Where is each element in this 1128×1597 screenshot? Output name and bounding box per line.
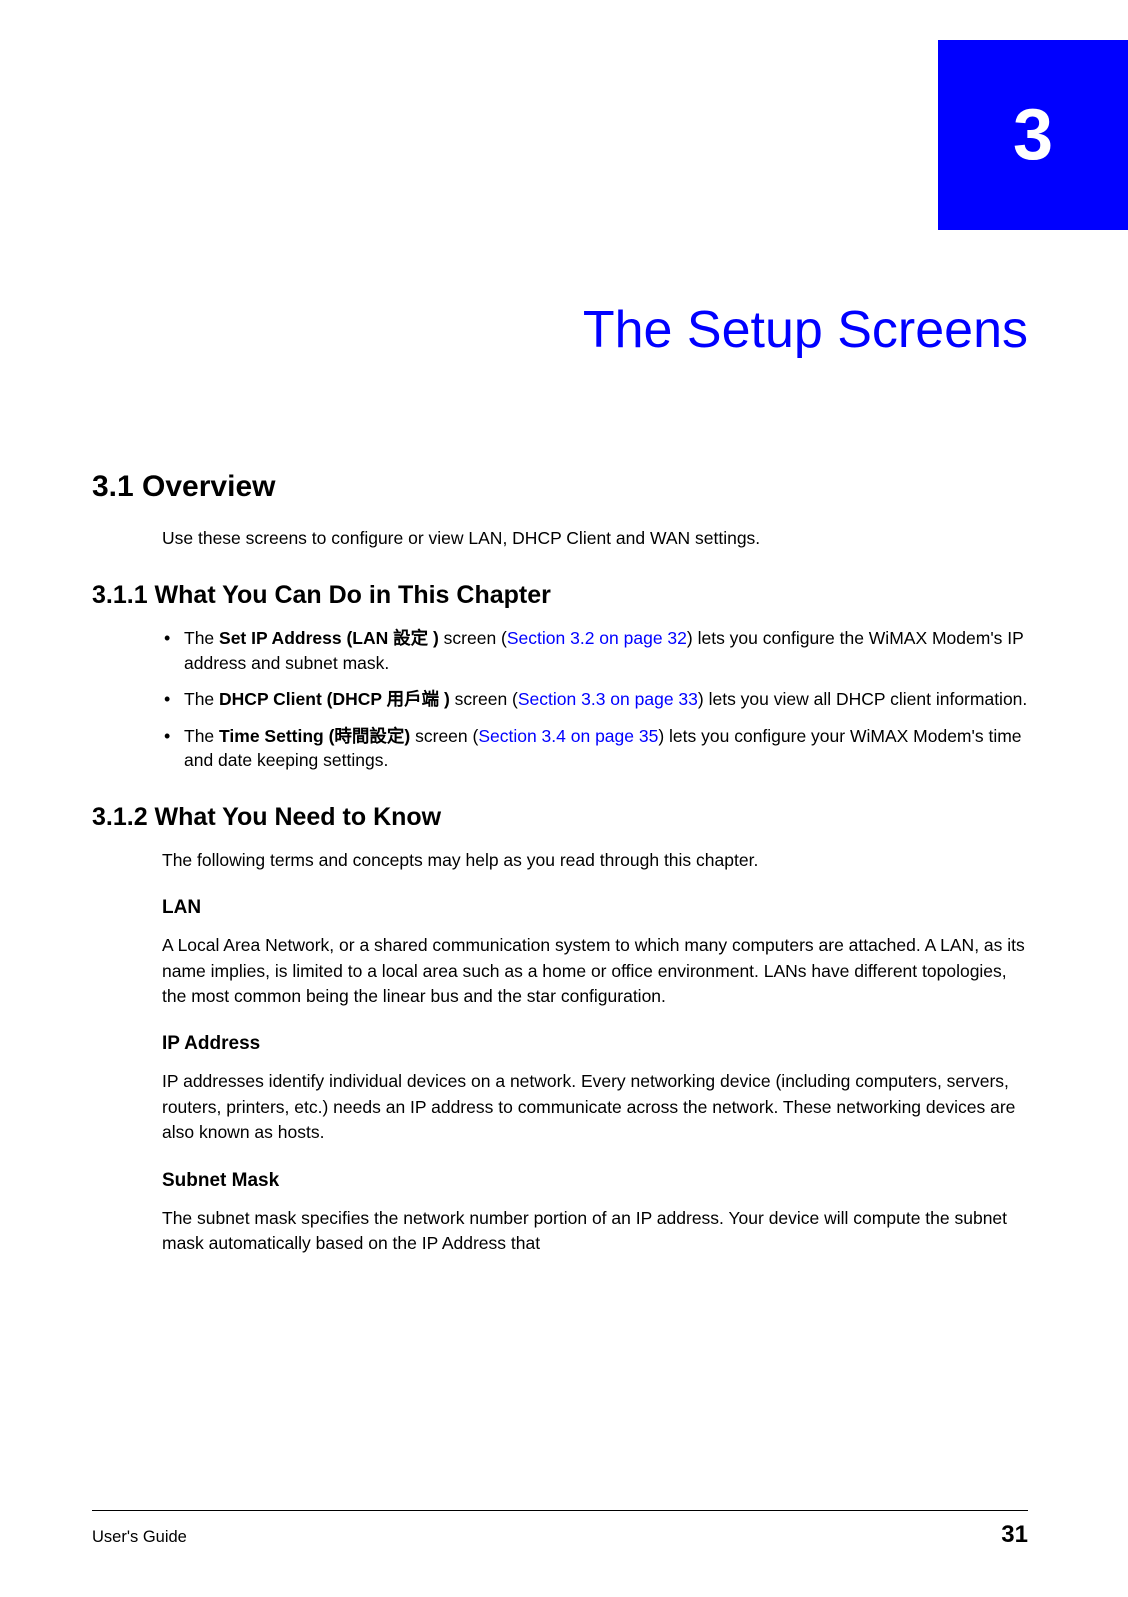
- term-body-lan: A Local Area Network, or a shared commun…: [162, 933, 1028, 1009]
- page-footer: User's Guide 31: [92, 1510, 1028, 1549]
- li-mid: screen (: [439, 628, 507, 648]
- li-pre: The: [184, 689, 219, 709]
- section-what-you-can-do-heading: 3.1.1 What You Can Do in This Chapter: [92, 581, 1028, 610]
- section-overview-heading: 3.1 Overview: [92, 470, 1028, 504]
- li-mid: screen (: [450, 689, 518, 709]
- li-bold: DHCP Client (DHCP 用戶端 ): [219, 689, 450, 709]
- cross-reference-link[interactable]: Section 3.3 on page 33: [518, 689, 698, 709]
- li-bold: Time Setting (時間設定): [219, 726, 410, 746]
- need-to-know-intro: The following terms and concepts may hel…: [162, 848, 1028, 873]
- overview-intro: Use these screens to configure or view L…: [162, 526, 1028, 551]
- page: 3 The Setup Screens 3.1 Overview Use the…: [0, 0, 1128, 1597]
- li-pre: The: [184, 628, 219, 648]
- footer-guide-label: User's Guide: [92, 1528, 187, 1547]
- term-body-ip-address: IP addresses identify individual devices…: [162, 1069, 1028, 1145]
- term-body-subnet-mask: The subnet mask specifies the network nu…: [162, 1206, 1028, 1257]
- footer-page-number: 31: [1001, 1521, 1028, 1549]
- chapter-title: The Setup Screens: [583, 300, 1028, 360]
- list-item: The Set IP Address (LAN 設定 ) screen (Sec…: [162, 626, 1028, 675]
- chapter-number: 3: [1013, 94, 1053, 176]
- chapter-tab: 3: [938, 40, 1128, 230]
- li-post: ) lets you view all DHCP client informat…: [698, 689, 1027, 709]
- content-area: 3.1 Overview Use these screens to config…: [92, 470, 1028, 1270]
- term-heading-subnet-mask: Subnet Mask: [162, 1170, 1028, 1192]
- term-heading-lan: LAN: [162, 897, 1028, 919]
- section-need-to-know-heading: 3.1.2 What You Need to Know: [92, 803, 1028, 832]
- li-mid: screen (: [410, 726, 478, 746]
- term-heading-ip-address: IP Address: [162, 1033, 1028, 1055]
- cross-reference-link[interactable]: Section 3.2 on page 32: [507, 628, 687, 648]
- list-item: The Time Setting (時間設定) screen (Section …: [162, 724, 1028, 773]
- li-bold: Set IP Address (LAN 設定 ): [219, 628, 439, 648]
- what-you-can-do-list: The Set IP Address (LAN 設定 ) screen (Sec…: [162, 626, 1028, 773]
- li-pre: The: [184, 726, 219, 746]
- list-item: The DHCP Client (DHCP 用戶端 ) screen (Sect…: [162, 687, 1028, 712]
- cross-reference-link[interactable]: Section 3.4 on page 35: [478, 726, 658, 746]
